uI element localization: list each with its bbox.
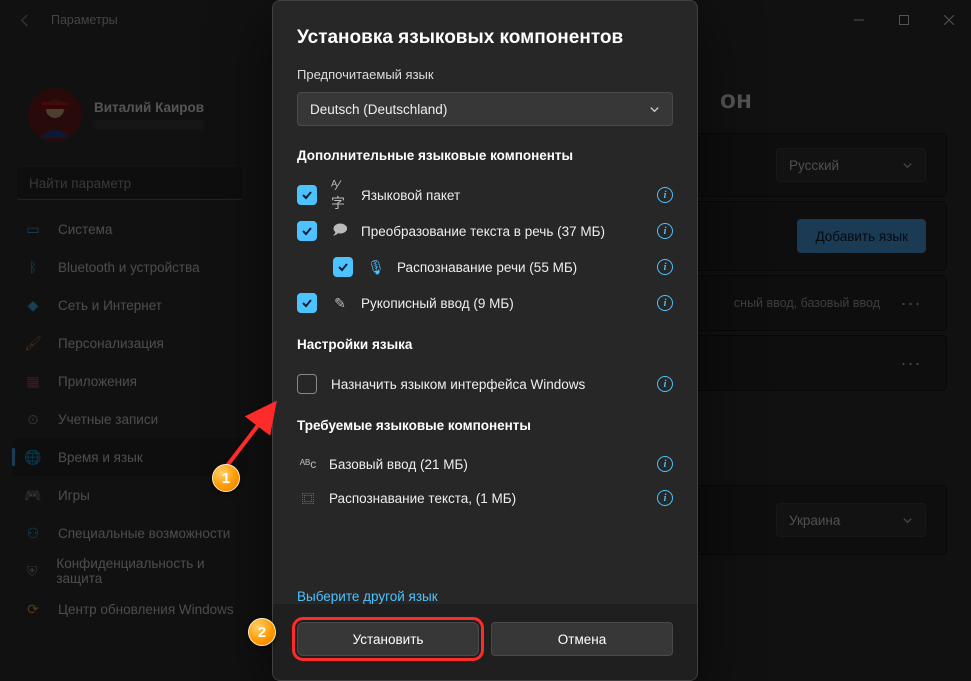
optional-section-header: Дополнительные языковые компоненты: [297, 148, 673, 163]
info-icon[interactable]: i: [657, 295, 673, 311]
combo-value: Deutsch (Deutschland): [310, 102, 447, 117]
annotation-badge-2: 2: [248, 618, 276, 646]
keyboard-icon: ᴬᴮᴄ: [297, 455, 319, 473]
handwriting-icon: ✎: [331, 294, 349, 312]
option-display-language[interactable]: Назначить языком интерфейса Windows i: [297, 366, 673, 402]
required-basic-typing: ᴬᴮᴄ Базовый ввод (21 МБ) i: [297, 447, 673, 481]
checkbox-speech[interactable]: [333, 257, 353, 277]
install-language-dialog: Установка языковых компонентов Предпочит…: [272, 0, 698, 681]
info-icon[interactable]: i: [657, 223, 673, 239]
settings-window: Параметры Виталий Каиров Найти параметр …: [0, 0, 971, 681]
annotation-badge-1: 1: [212, 464, 240, 492]
dialog-footer: Установить Отмена: [273, 604, 697, 680]
tts-icon: 🗩: [331, 222, 349, 240]
choose-different-language-link[interactable]: Выберите другой язык: [273, 589, 697, 604]
info-icon[interactable]: i: [657, 376, 673, 392]
checkbox-tts[interactable]: [297, 221, 317, 241]
required-section-header: Требуемые языковые компоненты: [297, 418, 673, 433]
preferred-language-combo[interactable]: Deutsch (Deutschland): [297, 92, 673, 126]
option-language-pack[interactable]: ᴬ⁄字 Языковой пакет i: [297, 177, 673, 213]
checkbox-display-language[interactable]: [297, 374, 317, 394]
cancel-button[interactable]: Отмена: [491, 622, 673, 656]
language-pack-icon: ᴬ⁄字: [331, 186, 349, 204]
dialog-title: Установка языковых компонентов: [297, 27, 673, 49]
settings-section-header: Настройки языка: [297, 337, 673, 352]
info-icon[interactable]: i: [657, 456, 673, 472]
install-button[interactable]: Установить: [297, 622, 479, 656]
checkbox-handwriting[interactable]: [297, 293, 317, 313]
option-handwriting[interactable]: ✎ Рукописный ввод (9 МБ) i: [297, 285, 673, 321]
option-tts[interactable]: 🗩 Преобразование текста в речь (37 МБ) i: [297, 213, 673, 249]
info-icon[interactable]: i: [657, 490, 673, 506]
option-speech[interactable]: 🎙 Распознавание речи (55 МБ) i: [297, 249, 673, 285]
chevron-down-icon: [649, 104, 660, 115]
checkbox-language-pack[interactable]: [297, 185, 317, 205]
ocr-icon: ⿴: [297, 489, 319, 507]
microphone-icon: 🎙: [367, 258, 385, 276]
preferred-language-label: Предпочитаемый язык: [297, 67, 673, 82]
info-icon[interactable]: i: [657, 187, 673, 203]
required-ocr: ⿴ Распознавание текста, (1 МБ) i: [297, 481, 673, 515]
info-icon[interactable]: i: [657, 259, 673, 275]
